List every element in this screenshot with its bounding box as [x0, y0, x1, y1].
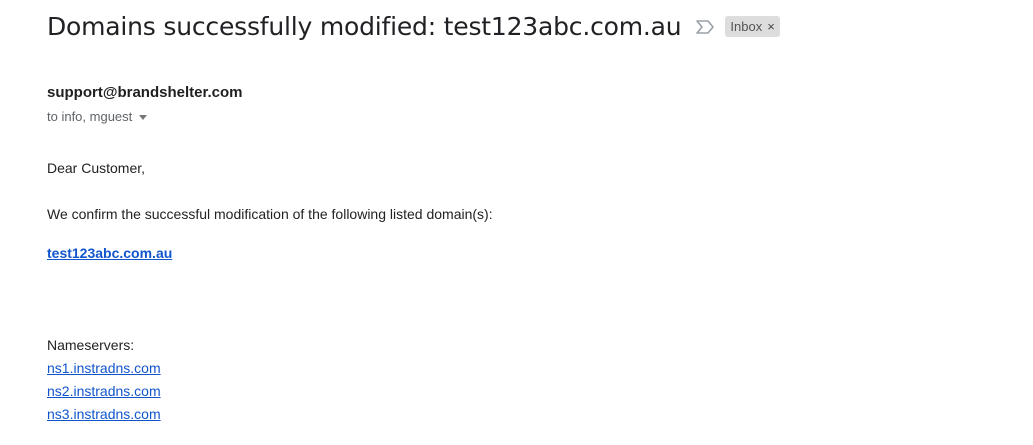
nameservers-heading: Nameservers: [47, 337, 135, 353]
greeting-text: Dear Customer, [47, 160, 146, 176]
sender-address: support@brandshelter.com [47, 84, 243, 101]
nameserver-link-1[interactable]: ns1.instradns.com [47, 360, 161, 376]
nameserver-link-2[interactable]: ns2.instradns.com [47, 383, 161, 399]
recipients-line: to info, mguest [47, 109, 148, 124]
remove-label-button[interactable]: × [767, 20, 775, 33]
domain-link[interactable]: test123abc.com.au [47, 245, 172, 261]
chevron-down-icon[interactable] [138, 113, 148, 123]
email-header: Domains successfully modified: test123ab… [47, 12, 780, 41]
recipients-text: to info, mguest [47, 109, 133, 124]
email-subject: Domains successfully modified: test123ab… [47, 12, 682, 41]
confirmation-text: We confirm the successful modification o… [47, 206, 493, 222]
label-name: Inbox [730, 18, 763, 34]
importance-marker-icon[interactable] [695, 19, 715, 35]
inbox-label-chip: Inbox × [725, 16, 780, 37]
nameserver-link-3[interactable]: ns3.instradns.com [47, 406, 161, 422]
